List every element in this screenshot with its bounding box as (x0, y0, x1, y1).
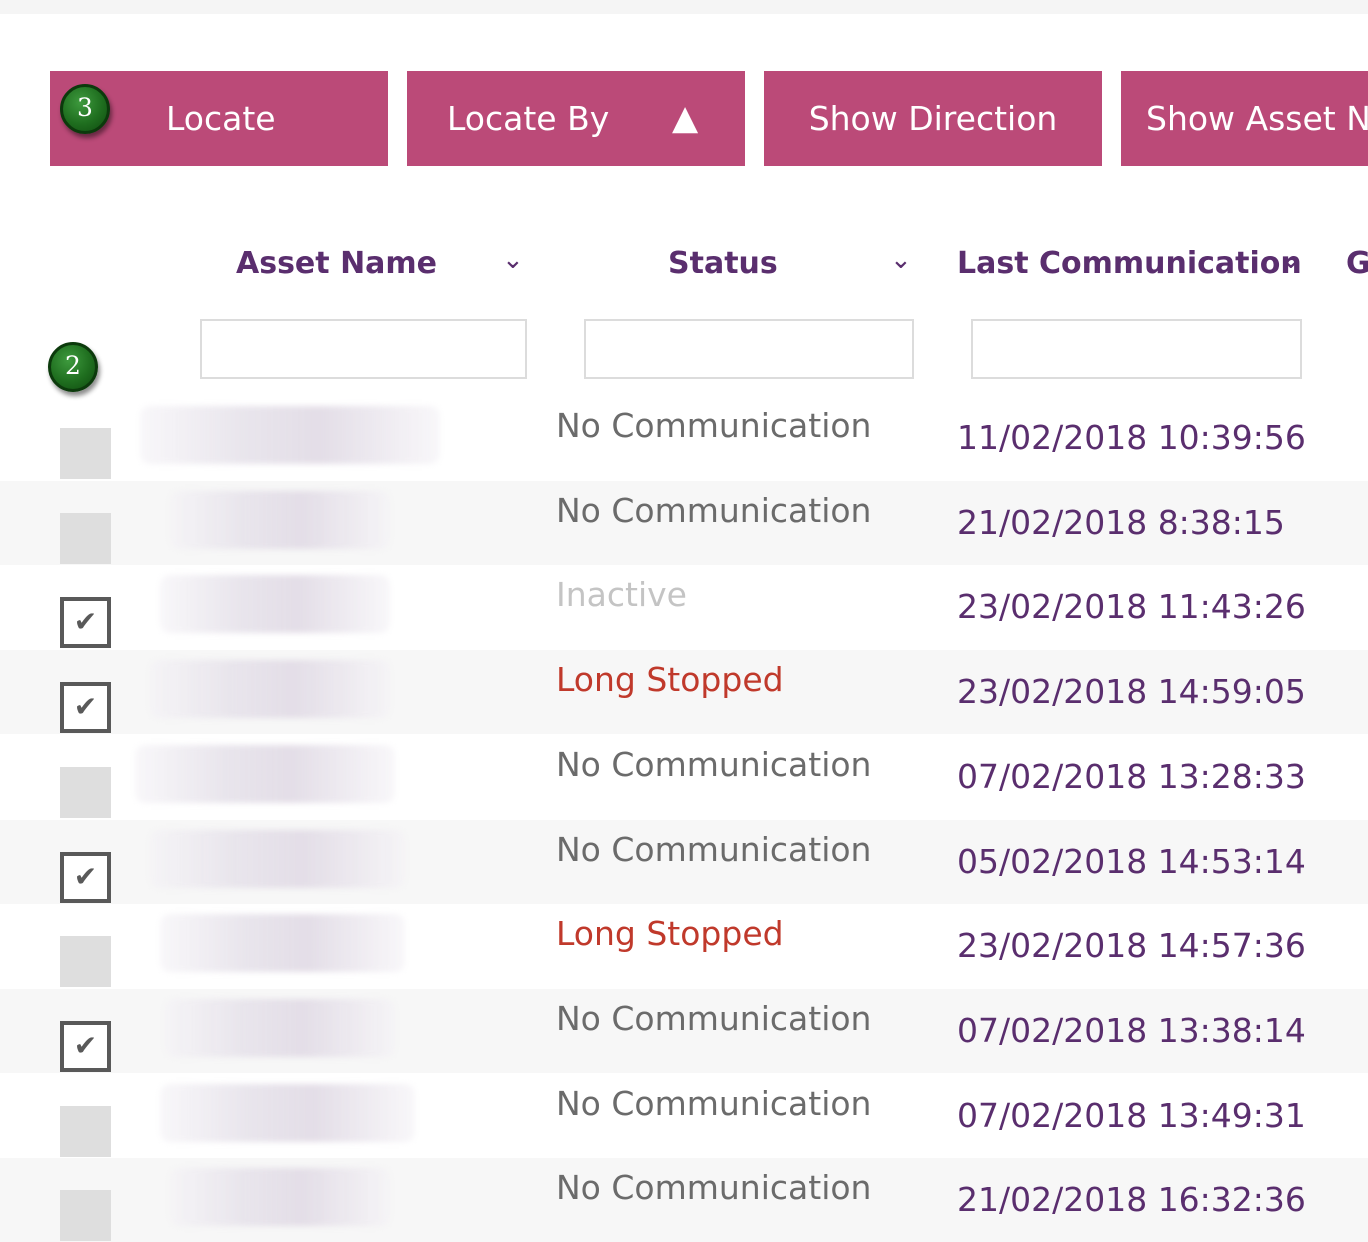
table-row[interactable]: ✔ No Communication 05/02/2018 14:53:14 (0, 820, 1368, 904)
asset-name-redacted (170, 1168, 390, 1226)
last-communication-cell: 23/02/2018 14:57:36 (957, 926, 1306, 965)
status-cell: No Communication (556, 491, 872, 530)
top-strip (0, 0, 1368, 14)
status-cell: Long Stopped (556, 914, 784, 953)
step-marker-2: 2 (48, 342, 98, 392)
last-communication-cell: 11/02/2018 10:39:56 (957, 418, 1306, 457)
asset-name-redacted (135, 745, 395, 803)
status-cell: No Communication (556, 830, 872, 869)
table-row[interactable]: ✔ Inactive 23/02/2018 11:43:26 (0, 565, 1368, 649)
last-communication-cell: 07/02/2018 13:49:31 (957, 1096, 1306, 1135)
checkmark-icon: ✔ (73, 690, 98, 723)
table-row[interactable]: No Communication 07/02/2018 13:49:31 (0, 1074, 1368, 1158)
row-checkbox-checked[interactable]: ✔ (60, 1021, 111, 1072)
table-row[interactable]: ✔ Long Stopped 23/02/2018 14:59:05 (0, 650, 1368, 734)
last-communication-filter-input[interactable] (971, 319, 1302, 379)
status-cell: No Communication (556, 999, 872, 1038)
column-header-g[interactable]: G (1346, 246, 1368, 281)
row-checkbox-checked[interactable]: ✔ (60, 597, 111, 648)
show-asset-name-button-label: Show Asset N (1146, 99, 1368, 138)
step-marker-3: 3 (60, 84, 110, 134)
show-asset-name-button[interactable]: Show Asset N (1121, 71, 1368, 166)
table-row[interactable]: No Communication 11/02/2018 10:39:56 (0, 396, 1368, 480)
checkmark-icon: ✔ (73, 860, 98, 893)
row-checkbox[interactable] (60, 936, 111, 987)
column-header-last-communication[interactable]: Last Communication (957, 246, 1302, 281)
status-cell: Inactive (556, 575, 687, 614)
row-checkbox-checked[interactable]: ✔ (60, 852, 111, 903)
status-cell: No Communication (556, 1084, 872, 1123)
table-row[interactable]: No Communication 07/02/2018 13:28:33 (0, 735, 1368, 819)
column-header-asset-name[interactable]: Asset Name (236, 246, 437, 281)
chevron-down-icon[interactable]: ⌄ (890, 245, 912, 275)
triangle-up-icon: ▲ (672, 98, 699, 138)
row-checkbox[interactable] (60, 513, 111, 564)
row-checkbox[interactable] (60, 428, 111, 479)
table-row[interactable]: Long Stopped 23/02/2018 14:57:36 (0, 904, 1368, 988)
last-communication-cell: 05/02/2018 14:53:14 (957, 842, 1306, 881)
status-cell: Long Stopped (556, 660, 784, 699)
asset-name-redacted (160, 575, 390, 633)
last-communication-cell: 23/02/2018 11:43:26 (957, 587, 1306, 626)
status-cell: No Communication (556, 406, 872, 445)
asset-name-redacted (160, 1084, 415, 1142)
table-row[interactable]: ✔ No Communication 07/02/2018 13:38:14 (0, 989, 1368, 1073)
status-cell: No Communication (556, 1168, 872, 1207)
asset-name-redacted (170, 491, 390, 549)
asset-name-redacted (150, 830, 405, 888)
status-cell: No Communication (556, 745, 872, 784)
last-communication-cell: 07/02/2018 13:38:14 (957, 1011, 1306, 1050)
locate-button-label: Locate (166, 99, 276, 138)
chevron-down-icon[interactable]: ⌄ (502, 245, 524, 275)
checkmark-icon: ✔ (73, 605, 98, 638)
show-direction-button[interactable]: Show Direction (764, 71, 1102, 166)
show-direction-button-label: Show Direction (808, 99, 1058, 138)
table-row[interactable]: No Communication 21/02/2018 8:38:15 (0, 481, 1368, 565)
last-communication-cell: 07/02/2018 13:28:33 (957, 757, 1306, 796)
asset-name-redacted (160, 914, 405, 972)
row-checkbox[interactable] (60, 1106, 111, 1157)
last-communication-cell: 21/02/2018 8:38:15 (957, 503, 1285, 542)
row-checkbox[interactable] (60, 1190, 111, 1241)
last-communication-cell: 21/02/2018 16:32:36 (957, 1180, 1306, 1219)
checkmark-icon: ✔ (73, 1029, 98, 1062)
table-row[interactable]: No Communication 21/02/2018 16:32:36 (0, 1158, 1368, 1242)
locate-by-button[interactable]: Locate By ▲ (407, 71, 745, 166)
row-checkbox-checked[interactable]: ✔ (60, 682, 111, 733)
row-checkbox[interactable] (60, 767, 111, 818)
asset-name-filter-input[interactable] (200, 319, 527, 379)
locate-by-button-label: Locate By (447, 99, 610, 138)
last-communication-cell: 23/02/2018 14:59:05 (957, 672, 1306, 711)
asset-name-redacted (165, 999, 395, 1057)
asset-name-redacted (150, 660, 390, 718)
column-header-status[interactable]: Status (668, 246, 778, 281)
status-filter-input[interactable] (584, 319, 914, 379)
asset-name-redacted (140, 406, 440, 464)
chevron-down-icon[interactable]: ⌄ (1280, 245, 1302, 275)
